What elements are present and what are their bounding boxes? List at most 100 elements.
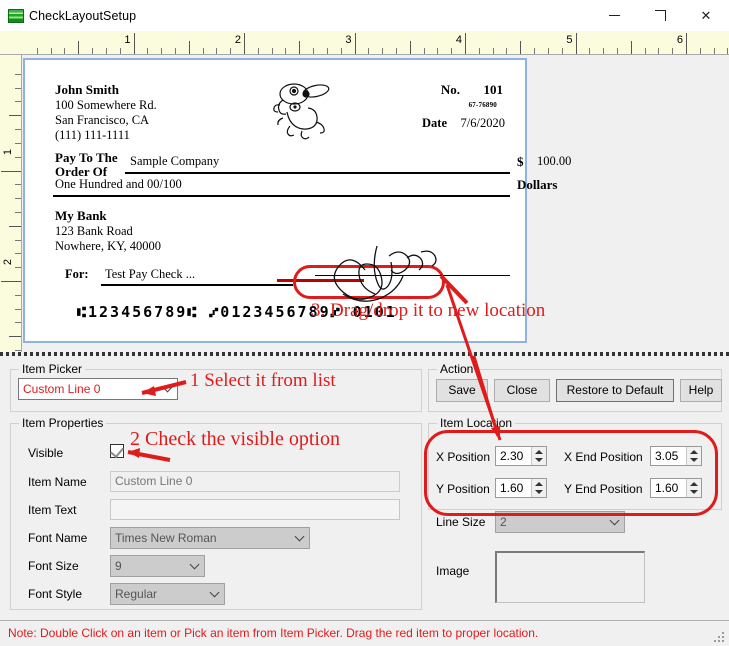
minimize-button[interactable]	[591, 0, 637, 31]
amount-value[interactable]: 100.00	[537, 154, 571, 169]
check-icon	[110, 444, 124, 458]
ruler-number: 4	[456, 34, 465, 46]
payer-name[interactable]: John Smith	[55, 82, 119, 98]
ruler-number: 1	[124, 34, 133, 46]
ruler-minor-tick	[9, 226, 21, 227]
date-value[interactable]: 7/6/2020	[461, 116, 505, 131]
ruler-minor-tick	[589, 48, 590, 54]
ruler-minor-tick	[313, 48, 314, 54]
bank-address-line2[interactable]: Nowhere, KY, 40000	[55, 239, 161, 254]
y-end-position-spinner[interactable]: 1.60	[650, 478, 702, 498]
vertical-ruler: 12	[0, 55, 22, 352]
ruler-minor-tick	[368, 48, 369, 54]
ruler-minor-tick	[341, 48, 342, 54]
line-size-label: Line Size	[436, 515, 485, 529]
ruler-minor-tick	[382, 48, 383, 54]
custom-line-highlight	[293, 265, 445, 299]
for-value[interactable]: Test Pay Check ...	[105, 267, 195, 282]
x-position-value: 2.30	[496, 447, 531, 465]
image-preview-box[interactable]	[495, 551, 645, 603]
for-label: For:	[65, 267, 89, 282]
ruler-major-tick	[686, 33, 687, 54]
routing-fraction[interactable]: 67-76890	[469, 101, 497, 109]
bank-name[interactable]: My Bank	[55, 208, 107, 224]
ruler-minor-tick	[617, 48, 618, 54]
chevron-down-icon	[296, 535, 304, 540]
y-end-position-label: Y End Position	[564, 482, 643, 496]
item-text-field[interactable]	[110, 499, 400, 520]
chevron-down-icon	[611, 519, 619, 524]
font-size-dropdown[interactable]: 9	[110, 555, 205, 577]
ruler-number: 1	[2, 149, 14, 155]
help-button[interactable]: Help	[680, 379, 722, 402]
ruler-minor-tick	[15, 295, 21, 296]
ruler-minor-tick	[15, 74, 21, 75]
chevron-down-icon	[164, 386, 172, 391]
line-size-dropdown[interactable]: 2	[495, 511, 625, 533]
written-amount[interactable]: One Hundred and 00/100	[55, 177, 182, 192]
window-controls: ✕	[591, 0, 729, 31]
ruler-minor-tick	[203, 48, 204, 54]
spinner-arrows-icon[interactable]	[686, 479, 701, 497]
x-end-position-value: 3.05	[651, 447, 686, 465]
ruler-minor-tick	[92, 48, 93, 54]
ruler-minor-tick	[672, 48, 673, 54]
x-end-position-spinner[interactable]: 3.05	[650, 446, 702, 466]
ruler-major-tick	[355, 33, 356, 54]
close-icon: ✕	[701, 8, 712, 24]
y-position-spinner[interactable]: 1.60	[495, 478, 547, 498]
item-name-field[interactable]: Custom Line 0	[110, 471, 400, 492]
ruler-minor-tick	[506, 48, 507, 54]
maximize-button[interactable]	[637, 0, 683, 31]
check-document[interactable]: John Smith 100 Somewhere Rd. San Francis…	[23, 58, 527, 343]
ruler-major-tick	[244, 33, 245, 54]
item-name-label: Item Name	[28, 475, 87, 489]
close-button-action[interactable]: Close	[494, 379, 550, 402]
annotation-step-1: 1 Select it from list	[190, 370, 336, 392]
ruler-minor-tick	[15, 198, 21, 199]
item-picker-dropdown[interactable]: Custom Line 0	[18, 378, 178, 400]
ruler-minor-tick	[451, 48, 452, 54]
x-position-label: X Position	[436, 450, 490, 464]
ruler-minor-tick	[424, 48, 425, 54]
check-preview-canvas[interactable]: John Smith 100 Somewhere Rd. San Francis…	[22, 55, 729, 352]
font-name-value: Times New Roman	[115, 531, 217, 545]
ruler-minor-tick	[299, 41, 300, 54]
status-bar: Note: Double Click on an item or Pick an…	[0, 620, 729, 646]
ruler-minor-tick	[437, 48, 438, 54]
restore-to-default-button[interactable]: Restore to Default	[556, 379, 674, 402]
spinner-arrows-icon[interactable]	[531, 479, 546, 497]
ruler-minor-tick	[396, 48, 397, 54]
ruler-minor-tick	[78, 41, 79, 54]
payer-address-line2[interactable]: San Francisco, CA	[55, 113, 149, 128]
font-style-dropdown[interactable]: Regular	[110, 583, 225, 605]
chevron-down-icon	[211, 591, 219, 596]
payer-phone[interactable]: (111) 111-1111	[55, 128, 130, 143]
resize-grip-icon[interactable]	[714, 632, 726, 644]
item-text-label: Item Text	[28, 503, 76, 517]
bank-address-line1[interactable]: 123 Bank Road	[55, 224, 133, 239]
y-end-position-value: 1.60	[651, 479, 686, 497]
ruler-minor-tick	[15, 88, 21, 89]
font-style-value: Regular	[115, 587, 157, 601]
ruler-minor-tick	[658, 48, 659, 54]
item-location-group-label: Item Location	[437, 416, 515, 430]
ruler-minor-tick	[520, 41, 521, 54]
payer-address-line1[interactable]: 100 Somewhere Rd.	[55, 98, 157, 113]
save-button[interactable]: Save	[436, 379, 488, 402]
x-end-position-label: X End Position	[564, 450, 643, 464]
ruler-major-tick	[576, 33, 577, 54]
ruler-number: 2	[235, 34, 244, 46]
ruler-minor-tick	[15, 157, 21, 158]
spinner-arrows-icon[interactable]	[531, 447, 546, 465]
payee-name[interactable]: Sample Company	[130, 154, 219, 169]
font-name-dropdown[interactable]: Times New Roman	[110, 527, 310, 549]
item-properties-group-label: Item Properties	[19, 416, 106, 430]
check-number-value[interactable]: 101	[484, 82, 504, 98]
annotation-step-2: 2 Check the visible option	[130, 428, 340, 451]
visible-checkbox[interactable]	[110, 444, 124, 458]
close-button[interactable]: ✕	[683, 0, 729, 31]
x-position-spinner[interactable]: 2.30	[495, 446, 547, 466]
spinner-arrows-icon[interactable]	[686, 447, 701, 465]
ruler-major-tick	[1, 281, 21, 282]
